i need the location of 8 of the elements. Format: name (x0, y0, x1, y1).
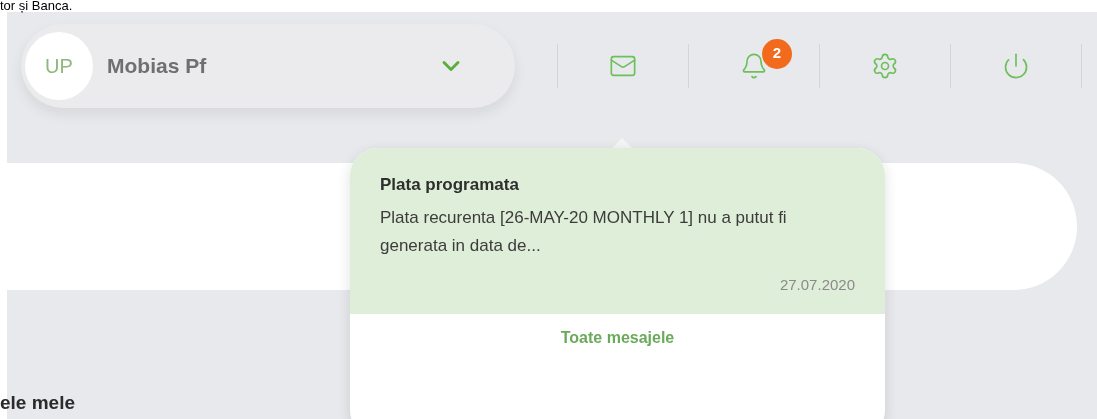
profile-name: Mobias Pf (107, 52, 207, 79)
message-date: 27.07.2020 (779, 274, 855, 295)
page-text: tor și Banca. (0, 0, 73, 12)
message-title: Plata programata (380, 174, 520, 196)
avatar: UP (25, 31, 93, 100)
section-heading: ele mele (0, 391, 75, 413)
message-body: Plata recurenta [26-MAY-20 MONTHLY 1] nu a putut fi generata in data de... (380, 206, 788, 257)
notification-badge: 2 (762, 38, 792, 69)
